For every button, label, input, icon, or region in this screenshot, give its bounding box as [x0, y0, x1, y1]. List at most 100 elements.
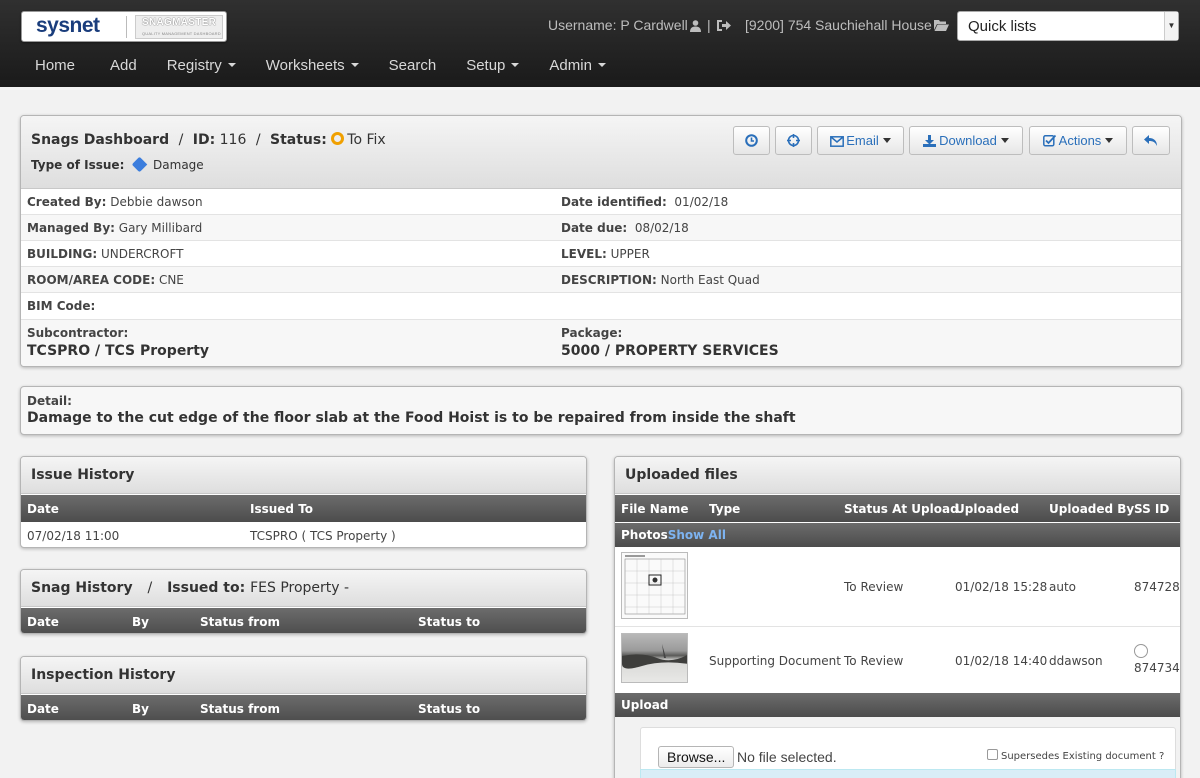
photos-label: Photos [621, 528, 668, 542]
actions-button[interactable]: Actions [1029, 126, 1127, 155]
chevron-down-icon: ▼ [1164, 12, 1178, 40]
info-row: ROOM/AREA CODE: CNE DESCRIPTION: North E… [21, 267, 1181, 293]
quick-lists-value: Quick lists [968, 18, 1037, 35]
column-header: Status to [418, 615, 481, 629]
table-header: Date By Status from Status to [21, 608, 586, 633]
upload-label: Upload [621, 698, 669, 712]
field-label: Subcontractor: [27, 326, 129, 340]
main-nav: Home Add Registry Worksheets Search Setu… [0, 50, 621, 82]
title-slash: / [147, 580, 153, 596]
username-label: Username: P Cardwell [548, 17, 688, 33]
column-header: File Name [621, 502, 689, 516]
show-all-link[interactable]: Show All [668, 528, 726, 542]
type-label: Type of Issue: [31, 158, 125, 172]
logo-divider [126, 16, 127, 38]
detail-panel: Detail: Damage to the cut edge of the fl… [20, 386, 1182, 435]
caret-down-icon [1105, 138, 1114, 144]
quick-lists-select[interactable]: Quick lists ▼ [957, 11, 1179, 41]
section-title: Uploaded files [625, 467, 738, 483]
table-row: 07/02/18 11:00 TCSPRO ( TCS Property ) [21, 522, 586, 547]
column-header: SS ID [1134, 502, 1170, 516]
nav-admin[interactable]: Admin [549, 50, 606, 82]
field-label: Date identified: [561, 195, 667, 209]
header-separator: | [707, 17, 711, 33]
date-identified-value: 01/02/18 [674, 195, 729, 209]
snagmaster-badge: SNAGMASTER QUALITY MANAGEMENT DASHBOARD [135, 15, 223, 39]
caret-down-icon [882, 138, 891, 144]
logo-text: sysnet [36, 14, 100, 37]
download-icon [923, 135, 937, 147]
snag-history-panel: Snag History / Issued to: FES Property -… [20, 569, 587, 634]
checkbox-icon [1042, 134, 1056, 147]
nav-worksheets[interactable]: Worksheets [266, 50, 359, 82]
file-thumbnail[interactable] [621, 552, 688, 619]
uploaded-files-panel: Uploaded files File Name Type Status At … [614, 456, 1181, 778]
level-value: UPPER [610, 247, 650, 261]
dashboard-title: Snags Dashboard / ID: 116 / Status: To F… [31, 132, 386, 148]
file-uploaded: 01/02/18 15:28 [955, 580, 1048, 594]
issued-to: TCSPRO ( TCS Property ) [250, 529, 396, 543]
table-header: Date By Status from Status to [21, 695, 586, 720]
title-slash: / [178, 132, 184, 148]
file-thumbnail[interactable] [621, 633, 688, 683]
download-button[interactable]: Download [909, 126, 1023, 155]
envelope-icon [830, 136, 845, 147]
field-label: Managed By: [27, 221, 115, 235]
nav-add[interactable]: Add [110, 50, 137, 82]
reply-arrow-icon [1144, 135, 1157, 146]
nav-admin-label: Admin [549, 57, 592, 74]
back-button[interactable] [1132, 126, 1170, 155]
nav-search[interactable]: Search [389, 50, 437, 82]
dashboard-header: Snags Dashboard / ID: 116 / Status: To F… [21, 116, 1181, 189]
table-header: Date Issued To [21, 495, 586, 522]
detail-text: Damage to the cut edge of the floor slab… [27, 410, 796, 426]
nav-home[interactable]: Home [35, 50, 75, 82]
history-button[interactable] [733, 126, 770, 155]
uploaded-files-header: Uploaded files [615, 457, 1180, 494]
email-button[interactable]: Email [817, 126, 904, 155]
supersedes-option[interactable]: Supersedes Existing document ? [987, 749, 1164, 762]
photo-icon [622, 644, 687, 669]
tag-icon [131, 156, 148, 173]
app-logo[interactable]: sysnet SNAGMASTER QUALITY MANAGEMENT DAS… [21, 11, 227, 42]
nav-registry[interactable]: Registry [167, 50, 236, 82]
file-status: To Review [844, 654, 904, 668]
select-radio[interactable] [1134, 644, 1148, 658]
logout-icon[interactable] [716, 19, 731, 32]
type-of-issue: Type of Issue: Damage [31, 156, 204, 173]
table-row: To Review 01/02/18 15:28 auto 874728 [615, 547, 1180, 627]
browse-button[interactable]: Browse... [658, 746, 735, 768]
column-header: Status from [200, 615, 280, 629]
file-uploaded-by: auto [1049, 580, 1077, 594]
column-header: By [132, 702, 149, 716]
nav-setup[interactable]: Setup [466, 50, 520, 82]
column-header: Type [709, 502, 741, 516]
date-due-value: 08/02/18 [634, 221, 689, 235]
section-title: Snag History / Issued to: FES Property - [31, 580, 349, 596]
inspection-history-panel: Inspection History Date By Status from S… [20, 656, 587, 721]
caret-down-icon [511, 63, 520, 68]
column-header: Date [27, 502, 59, 516]
column-header: By [132, 615, 149, 629]
package-value: 5000 / PROPERTY SERVICES [561, 343, 779, 359]
file-ssid: 874728 [1134, 580, 1180, 594]
room-value: CNE [158, 273, 184, 287]
snag-dashboard-panel: Snags Dashboard / ID: 116 / Status: To F… [20, 115, 1182, 367]
download-label: Download [939, 133, 997, 148]
crosshair-icon [787, 134, 800, 147]
file-uploaded-by: ddawson [1049, 654, 1103, 668]
supersedes-checkbox[interactable] [987, 749, 998, 760]
managed-by-value: Gary Millibard [118, 221, 203, 235]
info-row: BUILDING: UNDERCROFT LEVEL: UPPER [21, 241, 1181, 267]
column-header: Issued To [250, 502, 314, 516]
status-label: Status: [269, 132, 327, 148]
detail-label: Detail: [27, 394, 72, 408]
field-label: ROOM/AREA CODE: [27, 273, 156, 287]
locate-button[interactable] [775, 126, 812, 155]
column-header: Status to [418, 702, 481, 716]
project-label[interactable]: [9200] 754 Sauchiehall House [745, 17, 932, 33]
inspection-history-header: Inspection History [21, 657, 586, 694]
issue-history-panel: Issue History Date Issued To 07/02/18 11… [20, 456, 587, 548]
no-file-label: No file selected. [737, 749, 837, 765]
file-uploaded: 01/02/18 14:40 [955, 654, 1048, 668]
